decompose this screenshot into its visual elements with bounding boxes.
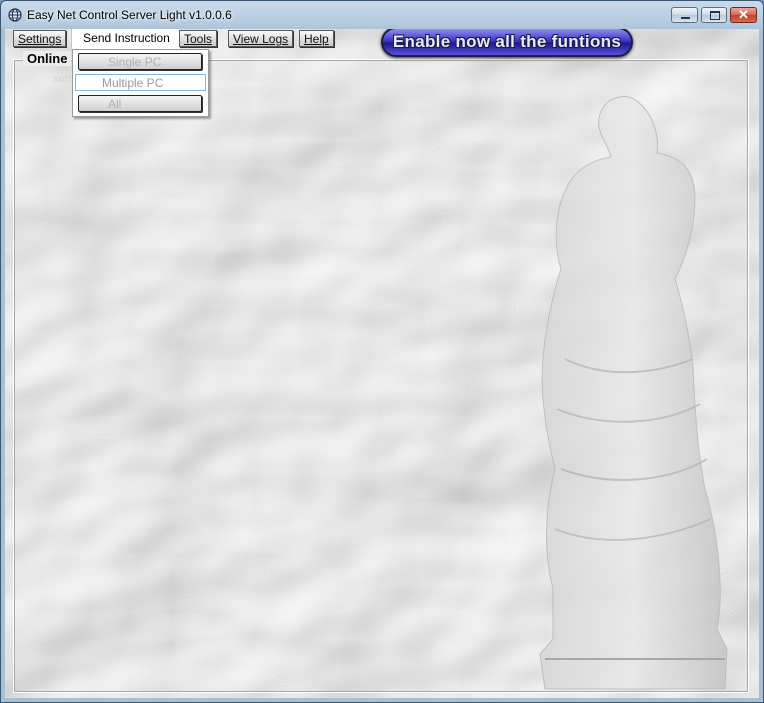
online-groupbox [13,59,749,693]
minimize-button[interactable] [671,7,698,23]
close-button[interactable]: ✕ [730,7,757,23]
banner-text: Enable now all the funtions [392,32,622,51]
send-instruction-dropdown: Single PC Multiple PC All [72,49,209,117]
menu-item-single-pc[interactable]: Single PC [78,53,202,70]
menu-item-multiple-pc[interactable]: Multiple PC [75,74,206,91]
minimize-icon [681,17,690,19]
close-icon: ✕ [738,7,749,22]
maximize-icon [710,11,720,20]
menu-tools[interactable]: Tools [179,30,218,47]
window-title: Easy Net Control Server Light v1.0.0.6 [27,8,232,22]
menu-settings[interactable]: Settings [13,30,67,47]
menu-view-logs[interactable]: View Logs [228,30,294,47]
menu-help[interactable]: Help [299,30,334,47]
client-area: Online softpedia Settings Send Instructi… [5,29,759,698]
online-group-label: Online [23,51,72,66]
title-bar[interactable]: Easy Net Control Server Light v1.0.0.6 ✕ [1,1,763,29]
menu-send-instruction[interactable]: Send Instruction [71,29,182,49]
menu-item-all[interactable]: All [78,95,202,112]
enable-functions-banner-button[interactable]: Enable now all the funtions [381,29,633,57]
globe-icon [8,8,22,22]
maximize-button[interactable] [701,7,727,23]
app-window: Easy Net Control Server Light v1.0.0.6 ✕ [0,0,764,703]
